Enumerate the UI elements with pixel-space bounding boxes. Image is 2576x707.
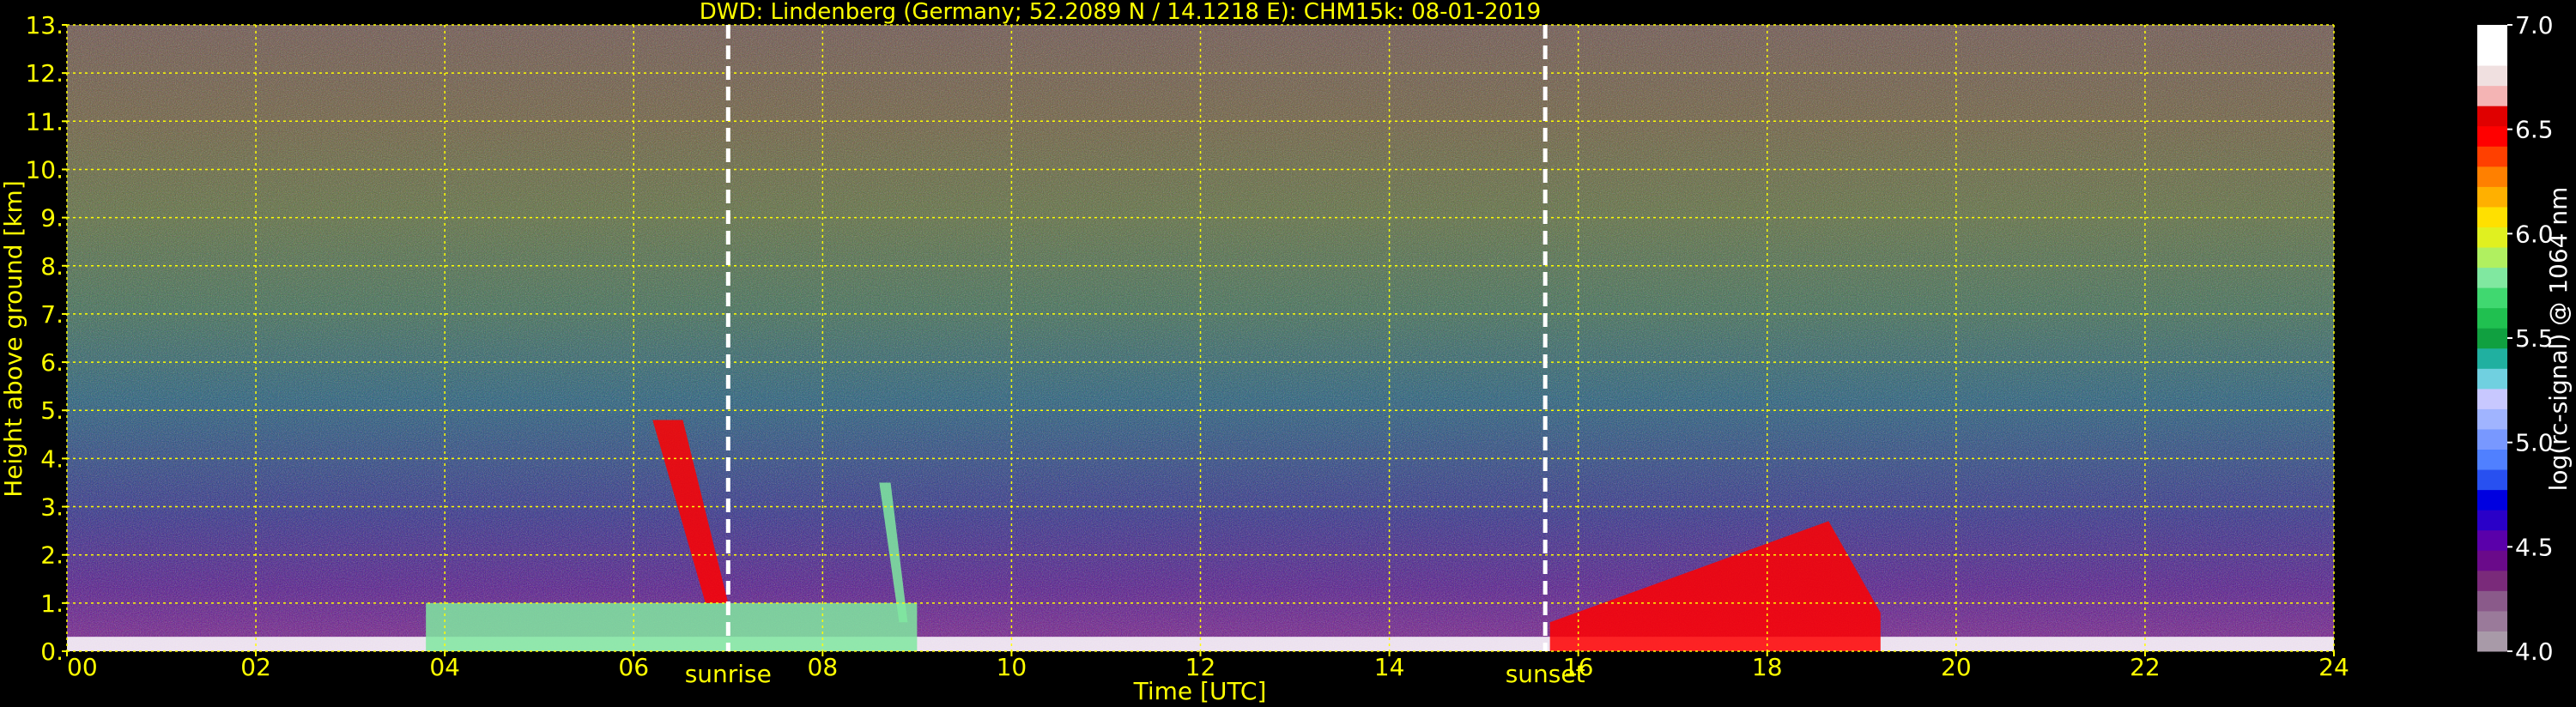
chart-title: DWD: Lindenberg (Germany; 52.2089 N / 14…: [700, 0, 1541, 25]
y-tick-label: 13.: [25, 11, 64, 39]
y-tick-label: 4.: [40, 444, 64, 473]
event-label-sunrise: sunrise: [685, 660, 772, 688]
y-tick-label: 5.: [40, 396, 64, 425]
colorbar-segment: [2477, 45, 2507, 66]
colorbar-tick-label: 6.5: [2515, 116, 2554, 144]
colorbar-segment: [2477, 469, 2507, 491]
lidar-chart: DWD: Lindenberg (Germany; 52.2089 N / 14…: [0, 0, 2573, 705]
y-tick-label: 3.: [40, 493, 64, 522]
colorbar-segment: [2477, 287, 2507, 309]
x-tick-label: 14: [1374, 653, 1405, 681]
y-tick-label: 12.: [25, 59, 64, 88]
colorbar-segment: [2477, 186, 2507, 208]
x-tick-label: 22: [2130, 653, 2161, 681]
colorbar-segment: [2477, 328, 2507, 349]
x-tick-label: 18: [1752, 653, 1783, 681]
colorbar-segment: [2477, 146, 2507, 167]
colorbar-segment: [2477, 85, 2507, 106]
colorbar-segment: [2477, 388, 2507, 409]
x-tick-label: 02: [240, 653, 271, 681]
colorbar-segment: [2477, 449, 2507, 470]
colorbar: [2477, 25, 2507, 652]
y-tick-label: 10.: [25, 155, 64, 184]
x-tick-label: 24: [2318, 653, 2349, 681]
y-tick-label: 1.: [40, 589, 64, 618]
colorbar-tick-label: 4.0: [2515, 638, 2554, 666]
colorbar-segment: [2477, 529, 2507, 551]
colorbar-segment: [2477, 347, 2507, 369]
colorbar-segment: [2477, 510, 2507, 531]
colorbar-segment: [2477, 631, 2507, 652]
colorbar-segment: [2477, 25, 2507, 46]
colorbar-segment: [2477, 368, 2507, 390]
y-tick-label: 7.: [40, 300, 64, 329]
y-tick-label: 0.: [40, 638, 64, 666]
y-tick-label: 8.: [40, 252, 64, 281]
colorbar-segment: [2477, 125, 2507, 147]
colorbar-segment: [2477, 550, 2507, 571]
x-axis-label: Time [UTC]: [1133, 677, 1267, 705]
colorbar-segment: [2477, 570, 2507, 591]
x-tick-label: 20: [1941, 653, 1972, 681]
colorbar-segment: [2477, 227, 2507, 248]
colorbar-segment: [2477, 307, 2507, 329]
colorbar-segment: [2477, 489, 2507, 511]
colorbar-segment: [2477, 428, 2507, 450]
y-tick-label: 9.: [40, 204, 64, 233]
colorbar-segment: [2477, 267, 2507, 288]
colorbar-segment: [2477, 408, 2507, 430]
x-tick-label: 06: [618, 653, 649, 681]
colorbar-segment: [2477, 590, 2507, 612]
x-tick-label: 04: [429, 653, 460, 681]
y-tick-label: 2.: [40, 541, 64, 570]
colorbar-segment: [2477, 106, 2507, 127]
y-axis: 0. 1. 2. 3. 4. 5. 6. 7. 8. 9. 10. 11. 12. 13.: [25, 11, 67, 666]
x-tick-label: 10: [997, 653, 1027, 681]
x-tick-label: 00: [67, 653, 98, 681]
x-tick-label: 08: [808, 653, 839, 681]
plot-area: sunrise sunset: [66, 24, 2335, 688]
colorbar-segment: [2477, 166, 2507, 187]
y-tick-label: 11.: [25, 107, 64, 136]
feature-low-cloud: [426, 602, 918, 651]
colorbar-tick-label: 7.0: [2515, 11, 2554, 39]
colorbar-segment: [2477, 65, 2507, 87]
x-tick-label: 16: [1563, 653, 1594, 681]
colorbar-label: log(rc-signal) @ 1064 nm: [2544, 187, 2573, 492]
colorbar-tick-label: 4.5: [2515, 533, 2554, 561]
colorbar-segment: [2477, 247, 2507, 269]
y-tick-label: 6.: [40, 348, 64, 377]
colorbar-segment: [2477, 206, 2507, 227]
y-axis-label: Height above ground [km]: [0, 180, 27, 498]
colorbar-segment: [2477, 610, 2507, 631]
